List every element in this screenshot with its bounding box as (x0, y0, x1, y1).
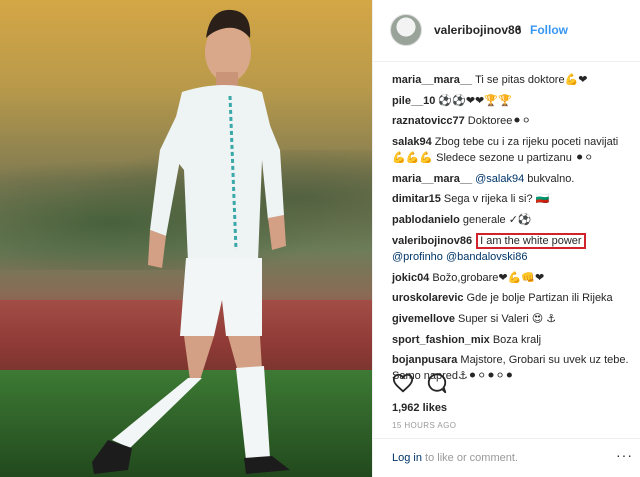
comment-username[interactable]: bojanpusara (392, 354, 457, 366)
post-side-panel: valeribojinov86 • Follow maria__mara__ Ti… (372, 0, 640, 477)
post-actions (392, 372, 632, 396)
comment-item: givemellove Super si Valeri 😍 ⚓ (392, 311, 632, 327)
login-prompt: Log in to like or comment. (392, 452, 518, 464)
highlighted-caption: I am the white power (476, 232, 586, 249)
comment-text: bukvalno. (524, 172, 575, 185)
comment-username[interactable]: maria__mara__ (392, 173, 472, 185)
comment-username[interactable]: sport_fashion_mix (392, 334, 490, 346)
heart-outline-icon[interactable] (392, 372, 414, 394)
comment-text: Sega v rijeka li si? 🇧🇬 (443, 193, 550, 206)
comment-text: Super si Valeri 😍 ⚓ (457, 312, 557, 325)
speech-bubble-icon[interactable] (426, 372, 448, 394)
comment-username[interactable]: pablodanielo (392, 214, 460, 226)
login-link[interactable]: Log in (392, 452, 422, 464)
login-prompt-text: to like or comment. (421, 452, 518, 464)
comment-item: jokic04 Božo,grobare❤💪👊❤ (392, 270, 632, 286)
comment-username[interactable]: givemellove (392, 313, 455, 325)
comment-username[interactable]: uroskolarevic (392, 292, 464, 304)
comment-item: salak94 Zbog tebe cu i za rijeku poceti n… (392, 134, 632, 166)
post-timestamp: 15 HOURS AGO (392, 421, 457, 430)
post-footer: Log in to like or comment. ··· (373, 438, 640, 477)
post-photo (0, 0, 372, 477)
comment-item: sport_fashion_mix Boza kralj (392, 332, 632, 348)
follow-button[interactable]: Follow (530, 23, 568, 37)
comment-username[interactable]: dimitar15 (392, 193, 441, 205)
comment-username[interactable]: jokic04 (392, 272, 429, 284)
post-header: valeribojinov86 • Follow (373, 0, 640, 62)
comment-item: raznatovicc77 Doktoree⚫⚪ (392, 113, 632, 129)
comment-text: Boza kralj (492, 333, 542, 346)
comment-item: dimitar15 Sega v rijeka li si? 🇧🇬 (392, 191, 632, 207)
comment-mentions[interactable]: @profinho @bandalovski86 (392, 251, 527, 263)
football-player-figure (92, 9, 290, 474)
comment-username[interactable]: salak94 (392, 136, 432, 148)
separator-dot: • (517, 22, 522, 36)
comment-username[interactable]: raznatovicc77 (392, 115, 465, 127)
comment-text: Doktoree⚫⚪ (467, 115, 531, 128)
likes-count[interactable]: 1,962 likes (392, 402, 447, 414)
comment-username[interactable]: pile__10 (392, 95, 435, 107)
comment-text: generale ✓⚽ (462, 214, 532, 227)
comment-text: Ti se pitas doktore💪❤ (475, 74, 588, 86)
comment-item: maria__mara__ Ti se pitas doktore💪❤ (392, 72, 632, 88)
comment-text: Gde je bolje Partizan ili Rijeka (466, 292, 613, 305)
comment-item: uroskolarevic Gde je bolje Partizan ili R… (392, 290, 632, 306)
comment-username[interactable]: valeribojinov86 (392, 235, 472, 247)
comment-text: Božo,grobare❤💪👊❤ (432, 271, 545, 284)
comment-item: maria__mara__ @salak94 bukvalno. (392, 171, 632, 187)
comment-item: pile__10 ⚽⚽❤❤🏆🏆 (392, 93, 632, 109)
comment-mention[interactable]: @salak94 (475, 173, 524, 185)
comment-item-author: valeribojinov86 I am the white power @pro… (392, 232, 632, 265)
comment-username[interactable]: maria__mara__ (392, 74, 472, 86)
more-options-button[interactable]: ··· (616, 447, 633, 463)
post-username[interactable]: valeribojinov86 (434, 23, 521, 37)
comment-list: maria__mara__ Ti se pitas doktore💪❤ pile_… (392, 72, 632, 389)
avatar[interactable] (390, 14, 422, 46)
comment-text: ⚽⚽❤❤🏆🏆 (438, 94, 512, 107)
comment-item: pablodanielo generale ✓⚽ (392, 212, 632, 228)
